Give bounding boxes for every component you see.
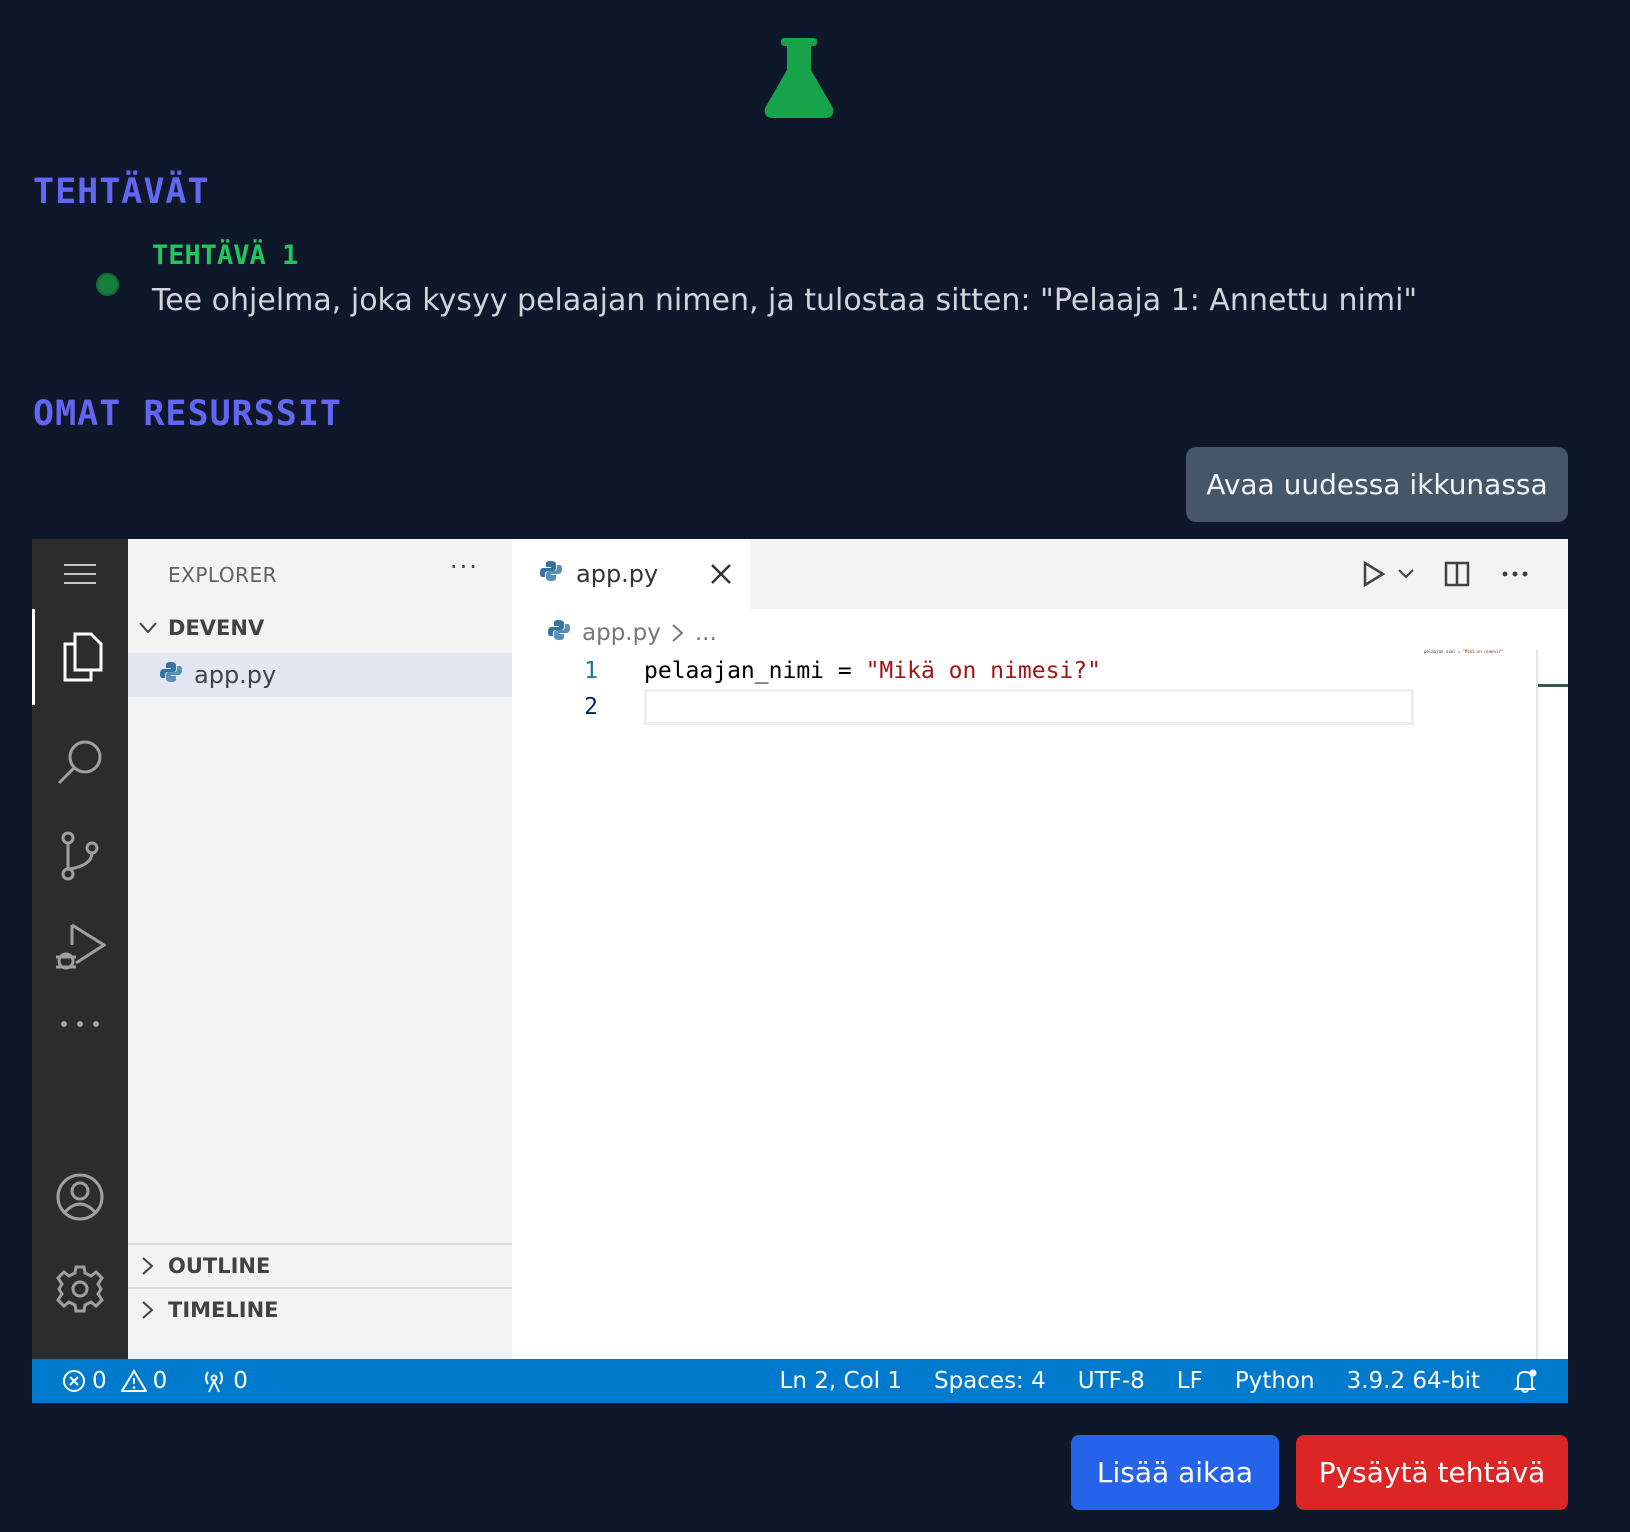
warning-count: 0 xyxy=(152,1368,168,1394)
more-icon[interactable] xyxy=(32,989,128,1059)
tab-label: app.py xyxy=(576,560,659,588)
account-icon[interactable] xyxy=(32,1157,128,1237)
source-control-icon[interactable] xyxy=(32,811,128,901)
add-time-button[interactable]: Lisää aikaa xyxy=(1071,1435,1279,1510)
close-icon[interactable] xyxy=(708,561,734,587)
scrollbar-marker xyxy=(1538,684,1568,687)
problems-status[interactable]: 0 0 xyxy=(62,1368,167,1394)
python-interpreter[interactable]: 3.9.2 64-bit xyxy=(1347,1368,1480,1394)
status-bar: 0 0 0 Ln 2, Col 1 Spaces: 4 UTF-8 LF Pyt… xyxy=(32,1359,1568,1403)
minimap-str: "Mikä on nimesi?" xyxy=(1462,649,1504,654)
encoding[interactable]: UTF-8 xyxy=(1078,1368,1145,1394)
line-number: 2 xyxy=(584,694,598,720)
breadcrumb-file: app.py xyxy=(582,620,661,646)
python-file-icon xyxy=(548,619,570,647)
error-count: 0 xyxy=(92,1368,107,1394)
chevron-right-icon xyxy=(128,1257,168,1275)
tab-app-py[interactable]: app.py xyxy=(512,539,750,609)
explorer-more-icon[interactable]: ··· xyxy=(450,553,479,581)
scrollbar-track[interactable] xyxy=(1536,649,1538,1359)
resources-heading: OMAT RESURSSIT xyxy=(33,394,343,434)
ports-status[interactable]: 0 xyxy=(201,1368,248,1394)
stop-task-button[interactable]: Pysäytä tehtävä xyxy=(1296,1435,1568,1510)
search-icon[interactable] xyxy=(32,717,128,807)
python-file-icon xyxy=(540,560,562,588)
tasks-heading: TEHTÄVÄT xyxy=(33,172,210,212)
code-string: "Mikä on nimesi?" xyxy=(865,658,1101,684)
split-editor-icon[interactable] xyxy=(1444,561,1470,587)
file-label: app.py xyxy=(194,661,277,689)
outline-label: OUTLINE xyxy=(168,1254,271,1278)
timeline-label: TIMELINE xyxy=(168,1298,279,1322)
vscode-embed[interactable]: EXPLORER ··· DEVENV app.py OUTLINE TIMEL… xyxy=(32,539,1568,1403)
explorer-title: EXPLORER xyxy=(168,563,277,587)
chevron-right-icon xyxy=(672,624,684,642)
activity-bar xyxy=(32,539,128,1359)
settings-gear-icon[interactable] xyxy=(32,1249,128,1329)
code-text: pelaajan_nimi = "Mikä on nimesi?" xyxy=(644,658,1101,684)
task-status-dot xyxy=(96,273,119,296)
run-icon[interactable] xyxy=(1362,560,1386,588)
warning-icon xyxy=(120,1369,147,1392)
code-variable: pelaajan_nimi xyxy=(644,658,825,684)
language-mode[interactable]: Python xyxy=(1235,1368,1315,1394)
file-item-app-py[interactable]: app.py xyxy=(128,653,512,697)
ports-count: 0 xyxy=(233,1368,248,1394)
python-file-icon xyxy=(160,661,182,689)
breadcrumb[interactable]: app.py ... xyxy=(548,617,717,649)
explorer-sidebar: EXPLORER ··· DEVENV app.py OUTLINE TIMEL… xyxy=(128,539,512,1359)
chevron-down-icon[interactable] xyxy=(1398,569,1414,579)
more-actions-icon[interactable] xyxy=(1502,571,1528,577)
task-title: TEHTÄVÄ 1 xyxy=(152,240,299,271)
timeline-section[interactable]: TIMELINE xyxy=(128,1289,512,1331)
end-of-line[interactable]: LF xyxy=(1177,1368,1203,1394)
task-description: Tee ohjelma, joka kysyy pelaajan nimen, … xyxy=(152,283,1418,318)
error-icon xyxy=(63,1370,85,1392)
code-line[interactable]: 1 pelaajan_nimi = "Mikä on nimesi?" xyxy=(512,653,1568,689)
indentation[interactable]: Spaces: 4 xyxy=(934,1368,1046,1394)
code-line[interactable]: 2 xyxy=(512,689,1568,725)
run-debug-icon[interactable] xyxy=(32,903,128,993)
folder-label: DEVENV xyxy=(168,616,265,640)
chevron-right-icon xyxy=(128,1301,168,1319)
line-number: 1 xyxy=(584,658,598,684)
code-operator: = xyxy=(824,658,866,684)
menu-icon[interactable] xyxy=(32,539,128,609)
minimap-var: pelaajan_nimi = xyxy=(1424,649,1463,654)
chevron-down-icon xyxy=(128,622,168,634)
editor-area[interactable]: app.py app.py ... 1 pelaajan_nimi = "Mik… xyxy=(512,539,1568,1359)
tab-bar: app.py xyxy=(512,539,1568,609)
broadcast-icon xyxy=(205,1371,224,1393)
open-new-window-button[interactable]: Avaa uudessa ikkunassa xyxy=(1186,447,1568,522)
folder-devenv[interactable]: DEVENV xyxy=(128,607,512,649)
explorer-icon[interactable] xyxy=(32,609,128,705)
editor-actions xyxy=(1362,539,1568,609)
flask-icon xyxy=(764,38,834,118)
minimap[interactable]: pelaajan_nimi = "Mikä on nimesi?" xyxy=(1424,649,1503,654)
cursor-position[interactable]: Ln 2, Col 1 xyxy=(780,1368,902,1394)
breadcrumb-rest: ... xyxy=(694,620,717,646)
notifications-bell-icon[interactable] xyxy=(1512,1368,1538,1394)
outline-section[interactable]: OUTLINE xyxy=(128,1245,512,1287)
